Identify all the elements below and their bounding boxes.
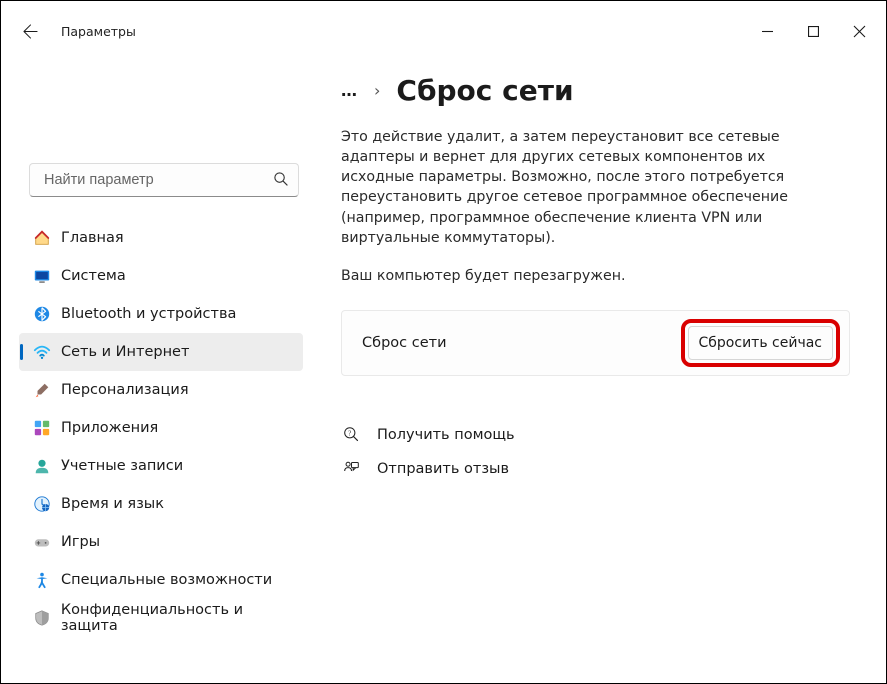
- reset-now-label: Сбросить сейчас: [699, 335, 822, 351]
- person-icon: [33, 457, 61, 475]
- sidebar-item-system[interactable]: Система: [19, 257, 303, 295]
- gamepad-icon: [33, 533, 61, 551]
- page-title: Сброс сети: [396, 74, 573, 107]
- maximize-button[interactable]: [790, 11, 836, 51]
- home-icon: [33, 229, 61, 247]
- minimize-button[interactable]: [744, 11, 790, 51]
- close-button[interactable]: [836, 11, 882, 51]
- shield-icon: [33, 609, 61, 627]
- sidebar-item-gaming[interactable]: Игры: [19, 523, 303, 561]
- sidebar-item-privacy[interactable]: Конфиденциальность и защита: [19, 599, 303, 637]
- bluetooth-icon: [33, 305, 61, 323]
- sidebar-item-label: Персонализация: [61, 382, 189, 398]
- accessibility-icon: [33, 571, 61, 589]
- sidebar-nav: Главная Система Bluetooth и устройства С…: [1, 219, 317, 637]
- sidebar-item-label: Приложения: [61, 420, 158, 436]
- feedback-icon: [341, 460, 361, 477]
- breadcrumb-ellipsis[interactable]: …: [341, 81, 358, 100]
- sidebar-item-label: Bluetooth и устройства: [61, 306, 236, 322]
- sidebar-item-apps[interactable]: Приложения: [19, 409, 303, 447]
- system-icon: [33, 267, 61, 285]
- sidebar-item-personalization[interactable]: Персонализация: [19, 371, 303, 409]
- wifi-icon: [33, 343, 61, 361]
- back-button[interactable]: [23, 24, 61, 39]
- sidebar-item-label: Конфиденциальность и защита: [61, 602, 303, 634]
- svg-text:?: ?: [348, 431, 351, 438]
- sidebar-item-label: Сеть и Интернет: [61, 344, 189, 360]
- breadcrumb: … › Сброс сети: [341, 65, 850, 115]
- chevron-right-icon: ›: [374, 81, 380, 100]
- sidebar-item-label: Учетные записи: [61, 458, 183, 474]
- sidebar-item-accounts[interactable]: Учетные записи: [19, 447, 303, 485]
- sidebar-item-label: Игры: [61, 534, 100, 550]
- sidebar-item-accessibility[interactable]: Специальные возможности: [19, 561, 303, 599]
- sidebar-item-label: Главная: [61, 230, 124, 246]
- feedback-label: Отправить отзыв: [377, 461, 509, 477]
- sidebar-item-home[interactable]: Главная: [19, 219, 303, 257]
- restart-note: Ваш компьютер будет перезагружен.: [341, 268, 850, 284]
- titlebar: Параметры: [1, 11, 886, 51]
- network-reset-card: Сброс сети Сбросить сейчас: [341, 310, 850, 376]
- window-controls: [744, 11, 882, 51]
- help-icon: ?: [341, 426, 361, 443]
- sidebar-item-bluetooth[interactable]: Bluetooth и устройства: [19, 295, 303, 333]
- sidebar-item-label: Специальные возможности: [61, 572, 272, 588]
- search-input-wrap[interactable]: [29, 163, 299, 197]
- feedback-link[interactable]: Отправить отзыв: [341, 452, 850, 486]
- search-input[interactable]: [42, 171, 273, 189]
- paintbrush-icon: [33, 381, 61, 399]
- get-help-label: Получить помощь: [377, 427, 515, 443]
- get-help-link[interactable]: ? Получить помощь: [341, 418, 850, 452]
- sidebar-item-label: Система: [61, 268, 126, 284]
- app-title: Параметры: [61, 24, 136, 39]
- search-icon: [273, 171, 288, 190]
- description-text: Это действие удалит, а затем переустанов…: [341, 127, 841, 248]
- sidebar-item-time-language[interactable]: Время и язык: [19, 485, 303, 523]
- reset-now-button[interactable]: Сбросить сейчас: [688, 326, 833, 360]
- sidebar-item-label: Время и язык: [61, 496, 164, 512]
- clock-globe-icon: [33, 495, 61, 513]
- sidebar-item-network[interactable]: Сеть и Интернет: [19, 333, 303, 371]
- card-label: Сброс сети: [362, 335, 447, 351]
- apps-icon: [33, 419, 61, 437]
